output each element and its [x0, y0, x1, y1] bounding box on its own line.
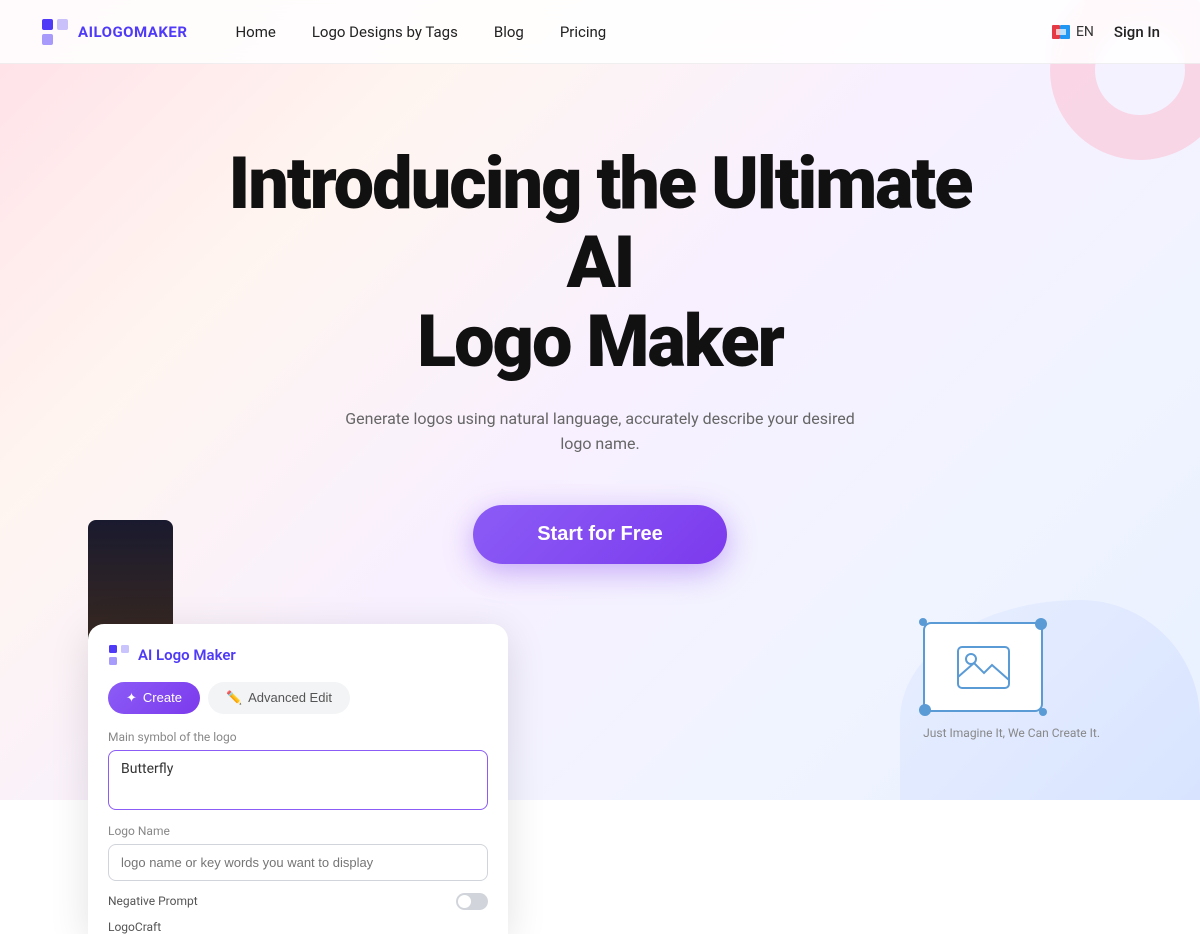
brand-logo[interactable]: AILOGOMAKER — [40, 17, 187, 47]
negative-prompt-label: Negative Prompt — [108, 894, 198, 908]
image-placeholder — [923, 622, 1043, 712]
language-button[interactable]: EN — [1052, 24, 1094, 40]
nav-blog[interactable]: Blog — [494, 23, 524, 41]
nav-logo-designs[interactable]: Logo Designs by Tags — [312, 23, 458, 41]
start-free-button[interactable]: Start for Free — [473, 505, 727, 564]
nav-links: Home Logo Designs by Tags Blog Pricing — [235, 23, 1052, 41]
logo-icon — [40, 17, 70, 47]
right-preview-area: Just Imagine It, We Can Create It. — [923, 622, 1100, 740]
brand-name: AILOGOMAKER — [78, 23, 187, 41]
navbar: AILOGOMAKER Home Logo Designs by Tags Bl… — [0, 0, 1200, 64]
tab-advanced-edit-button[interactable]: ✏️ Advanced Edit — [208, 682, 350, 714]
corner-dot-tl — [919, 618, 927, 626]
card-title: AI Logo Maker — [138, 646, 236, 664]
hero-section: Introducing the Ultimate AI Logo Maker G… — [0, 64, 1200, 604]
hero-subtitle: Generate logos using natural language, a… — [340, 406, 860, 457]
sign-in-button[interactable]: Sign In — [1114, 23, 1160, 41]
card-tabs: ✦ Create ✏️ Advanced Edit — [108, 682, 488, 714]
nav-right: EN Sign In — [1052, 23, 1160, 41]
logo-name-label: Logo Name — [108, 824, 488, 838]
app-preview-card: AI Logo Maker ✦ Create ✏️ Advanced Edit … — [88, 624, 508, 934]
card-header: AI Logo Maker — [108, 644, 488, 666]
tab-create-button[interactable]: ✦ Create — [108, 682, 200, 714]
hero-title: Introducing the Ultimate AI Logo Maker — [200, 144, 1000, 382]
sparkle-icon: ✦ — [126, 690, 137, 706]
main-symbol-input[interactable]: Butterfly — [108, 750, 488, 810]
negative-prompt-toggle[interactable] — [456, 893, 488, 910]
placeholder-image-icon — [956, 645, 1011, 690]
corner-dot-tr — [1035, 618, 1047, 630]
logocraft-label: LogoCraft — [108, 920, 488, 934]
logo-name-input[interactable] — [108, 844, 488, 881]
corner-dot-bl — [919, 704, 931, 716]
language-label: EN — [1076, 24, 1094, 40]
edit-icon: ✏️ — [226, 690, 242, 706]
negative-prompt-row: Negative Prompt — [108, 893, 488, 910]
card-logo-icon — [108, 644, 130, 666]
imagine-tagline: Just Imagine It, We Can Create It. — [923, 726, 1100, 740]
main-symbol-label: Main symbol of the logo — [108, 730, 488, 744]
language-icon — [1052, 25, 1070, 39]
corner-dot-br — [1039, 708, 1047, 716]
nav-pricing[interactable]: Pricing — [560, 23, 606, 41]
main-symbol-value: Butterfly — [121, 761, 173, 777]
nav-home[interactable]: Home — [235, 23, 275, 41]
